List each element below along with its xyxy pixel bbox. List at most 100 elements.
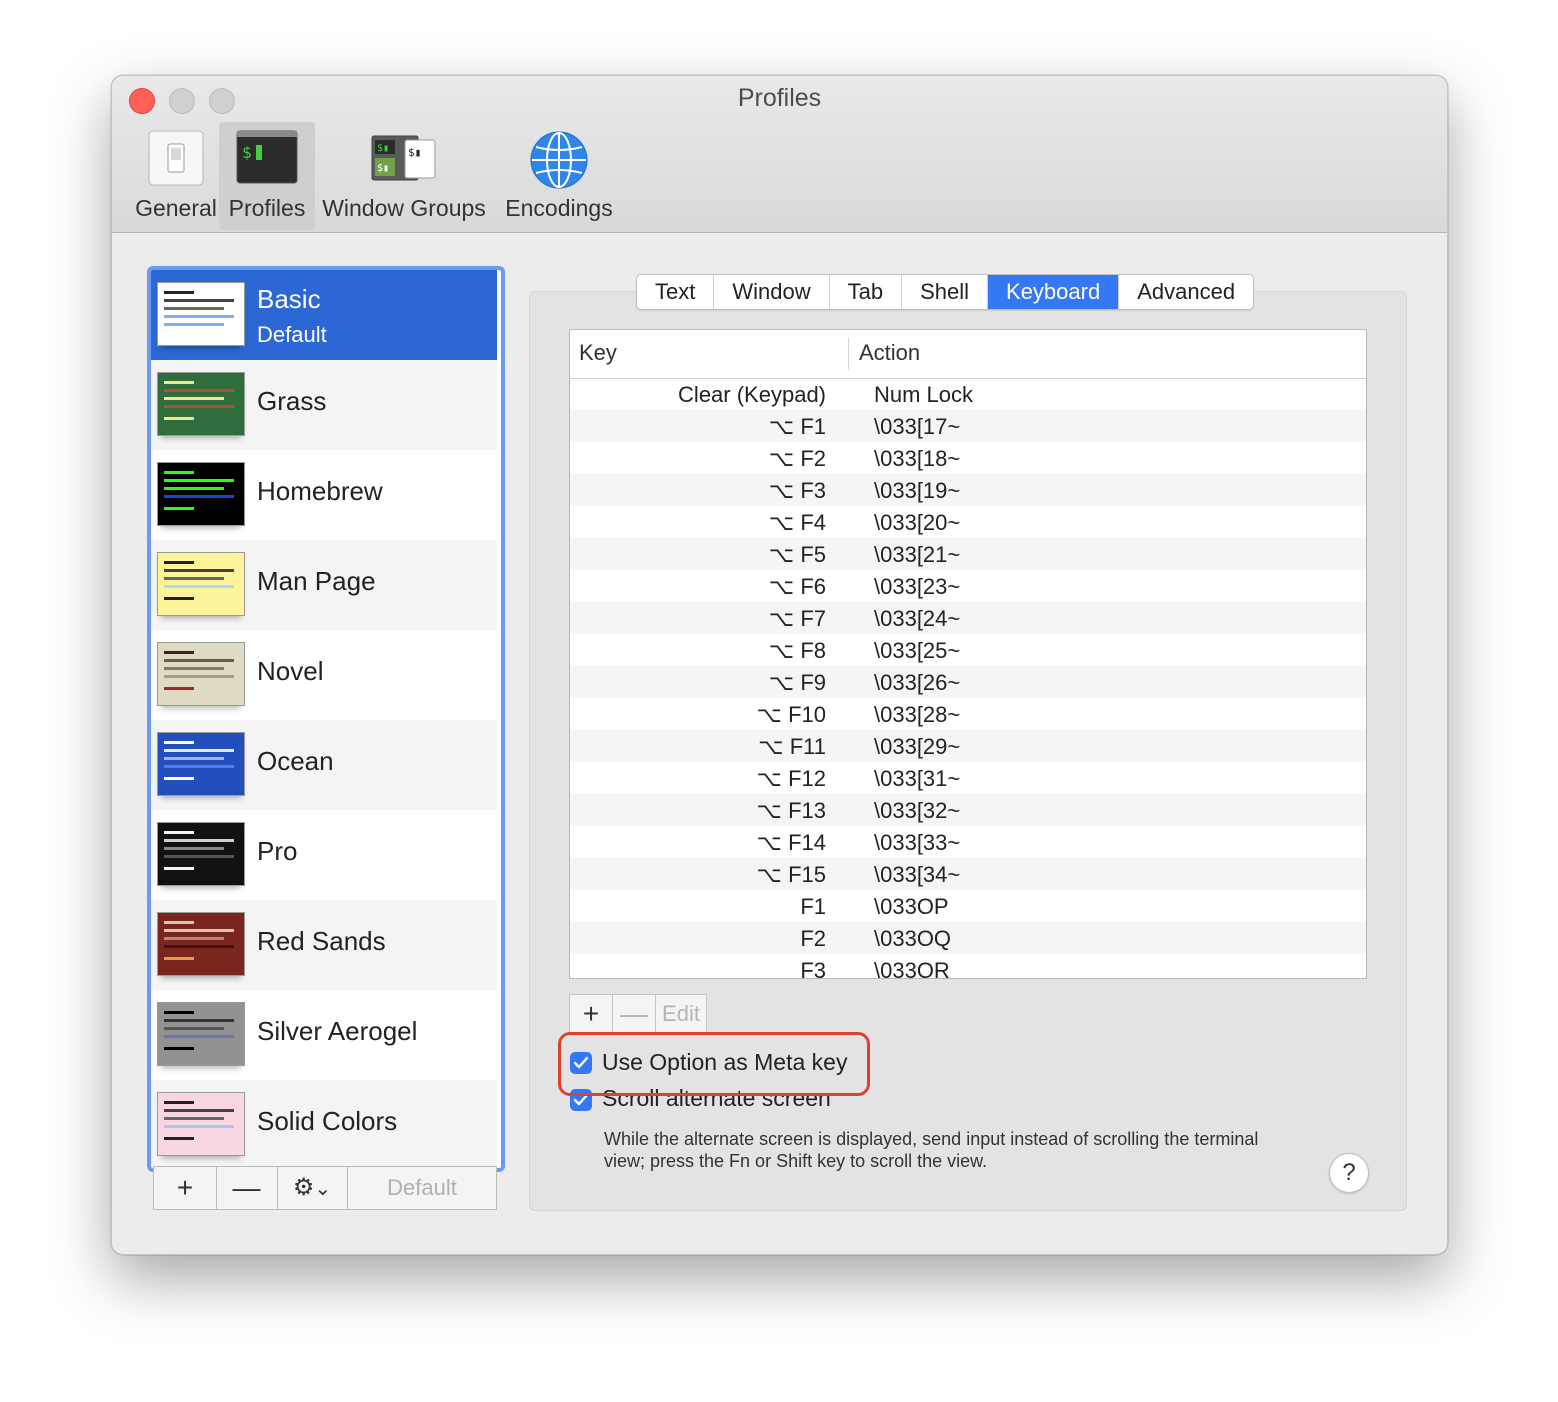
profile-thumbnail xyxy=(157,282,245,346)
switch-icon xyxy=(148,130,204,193)
terminal-icon: $ xyxy=(236,130,298,191)
add-profile-button[interactable]: + xyxy=(154,1167,217,1209)
scroll-alternate-description: While the alternate screen is displayed,… xyxy=(604,1129,1259,1171)
key-cell: F1 xyxy=(800,894,826,919)
action-cell: \033[34~ xyxy=(874,862,961,887)
table-row[interactable]: ⌥ F6 \033[23~ xyxy=(570,570,1366,602)
profile-item-ocean[interactable]: Ocean xyxy=(151,720,497,810)
tab-text[interactable]: Text xyxy=(637,275,715,309)
toolbar-label: General xyxy=(135,195,217,221)
globe-icon xyxy=(529,130,589,195)
profile-tabs: Text Window Tab Shell Keyboard Advanced xyxy=(636,274,1255,310)
set-default-button[interactable]: Default xyxy=(348,1167,496,1209)
table-row[interactable]: ⌥ F14 \033[33~ xyxy=(570,826,1366,858)
profile-default-label: Default xyxy=(257,322,327,347)
profile-item-red-sands[interactable]: Red Sands xyxy=(151,900,497,990)
remove-profile-button[interactable]: — xyxy=(216,1167,278,1209)
profile-item-grass[interactable]: Grass xyxy=(151,360,497,450)
action-cell: \033[33~ xyxy=(874,830,961,855)
key-cell: ⌥ F11 xyxy=(758,734,826,759)
profile-name: Novel xyxy=(257,656,324,686)
table-row[interactable]: ⌥ F4 \033[20~ xyxy=(570,506,1366,538)
table-row[interactable]: ⌥ F7 \033[24~ xyxy=(570,602,1366,634)
profile-name: Pro xyxy=(257,836,298,866)
profile-thumbnail xyxy=(157,642,245,706)
profile-thumbnail xyxy=(157,1002,245,1066)
profile-thumbnail xyxy=(157,732,245,796)
table-row[interactable]: Clear (Keypad) Num Lock xyxy=(570,378,1366,410)
table-row[interactable]: ⌥ F10 \033[28~ xyxy=(570,698,1366,730)
window-title: Profiles xyxy=(737,84,822,112)
profile-item-silver-aerogel[interactable]: Silver Aerogel xyxy=(151,990,497,1080)
table-row[interactable]: ⌥ F11 \033[29~ xyxy=(570,730,1366,762)
table-row[interactable]: ⌥ F1 \033[17~ xyxy=(570,410,1366,442)
table-row[interactable]: F3 \033OR xyxy=(570,954,1366,979)
action-cell: \033[31~ xyxy=(874,766,961,791)
action-cell: \033[25~ xyxy=(874,638,961,663)
window-groups-icon: $▮ $▮ $▮ xyxy=(371,130,437,191)
action-cell: \033[32~ xyxy=(874,798,961,823)
key-cell: ⌥ F5 xyxy=(768,542,826,567)
remove-key-mapping-button[interactable]: — xyxy=(613,995,656,1033)
table-row[interactable]: ⌥ F2 \033[18~ xyxy=(570,442,1366,474)
profile-item-man-page[interactable]: Man Page xyxy=(151,540,497,630)
profile-item-basic[interactable]: Basic Default xyxy=(151,270,497,360)
gear-icon: ⚙ xyxy=(292,1174,315,1201)
table-row[interactable]: ⌥ F12 \033[31~ xyxy=(570,762,1366,794)
profile-name: Basic xyxy=(257,284,321,314)
profile-actions-menu[interactable]: ⚙⌄ xyxy=(277,1167,348,1209)
profile-list-controls: + — ⚙⌄ Default xyxy=(153,1166,497,1210)
action-cell: \033[21~ xyxy=(874,542,961,567)
profile-name: Red Sands xyxy=(257,926,386,956)
column-header-action[interactable]: Action xyxy=(859,340,920,366)
profile-item-pro[interactable]: Pro xyxy=(151,810,497,900)
profile-item-homebrew[interactable]: Homebrew xyxy=(151,450,497,540)
tab-window[interactable]: Window xyxy=(714,275,830,309)
table-row[interactable]: ⌥ F13 \033[32~ xyxy=(570,794,1366,826)
action-cell: \033[24~ xyxy=(874,606,961,631)
table-row[interactable]: ⌥ F8 \033[25~ xyxy=(570,634,1366,666)
action-cell: \033[20~ xyxy=(874,510,961,535)
table-row[interactable]: ⌥ F5 \033[21~ xyxy=(570,538,1366,570)
action-cell: \033OR xyxy=(874,958,950,979)
key-mapping-table[interactable]: Key Action Clear (Keypad) Num Lock ⌥ F1 \03… xyxy=(569,329,1367,979)
profile-thumbnail xyxy=(157,1092,245,1156)
profile-item-novel[interactable]: Novel xyxy=(151,630,497,720)
key-cell: ⌥ F6 xyxy=(768,574,826,599)
toolbar-window-groups[interactable]: $▮ $▮ $▮ Window Groups xyxy=(319,122,489,230)
action-cell: \033OQ xyxy=(874,926,952,951)
profile-list[interactable]: Basic Default Grass Homebrew Man Page No… xyxy=(147,266,505,1172)
svg-text:$: $ xyxy=(242,143,252,162)
tab-tab[interactable]: Tab xyxy=(830,275,903,309)
action-cell: \033[28~ xyxy=(874,702,961,727)
key-mapping-controls: + — Edit xyxy=(569,994,707,1034)
action-cell: \033[23~ xyxy=(874,574,961,599)
key-cell: ⌥ F14 xyxy=(756,830,826,855)
toolbar-encodings[interactable]: Encodings xyxy=(499,122,619,230)
table-row[interactable]: ⌥ F3 \033[19~ xyxy=(570,474,1366,506)
table-row[interactable]: ⌥ F15 \033[34~ xyxy=(570,858,1366,890)
action-cell: \033[26~ xyxy=(874,670,961,695)
help-button[interactable]: ? xyxy=(1329,1153,1369,1193)
add-key-mapping-button[interactable]: + xyxy=(570,995,613,1033)
key-cell: ⌥ F4 xyxy=(768,510,826,535)
tab-keyboard[interactable]: Keyboard xyxy=(988,275,1120,309)
key-cell: ⌥ F9 xyxy=(768,670,826,695)
toolbar-profiles[interactable]: $ Profiles xyxy=(219,122,315,230)
profile-item-solid-colors[interactable]: Solid Colors xyxy=(151,1080,497,1168)
edit-key-mapping-button[interactable]: Edit xyxy=(656,995,706,1033)
profile-thumbnail xyxy=(157,462,245,526)
annotation-highlight xyxy=(558,1032,870,1096)
profile-thumbnail xyxy=(157,912,245,976)
column-header-key[interactable]: Key xyxy=(579,340,617,366)
toolbar-general[interactable]: General xyxy=(126,122,226,230)
table-row[interactable]: F2 \033OQ xyxy=(570,922,1366,954)
table-row[interactable]: ⌥ F9 \033[26~ xyxy=(570,666,1366,698)
tab-shell[interactable]: Shell xyxy=(902,275,989,309)
key-cell: F3 xyxy=(800,958,826,979)
chevron-down-icon: ⌄ xyxy=(314,1178,332,1200)
tab-advanced[interactable]: Advanced xyxy=(1119,275,1253,309)
profile-thumbnail xyxy=(157,552,245,616)
table-row[interactable]: F1 \033OP xyxy=(570,890,1366,922)
profile-name: Solid Colors xyxy=(257,1106,398,1136)
